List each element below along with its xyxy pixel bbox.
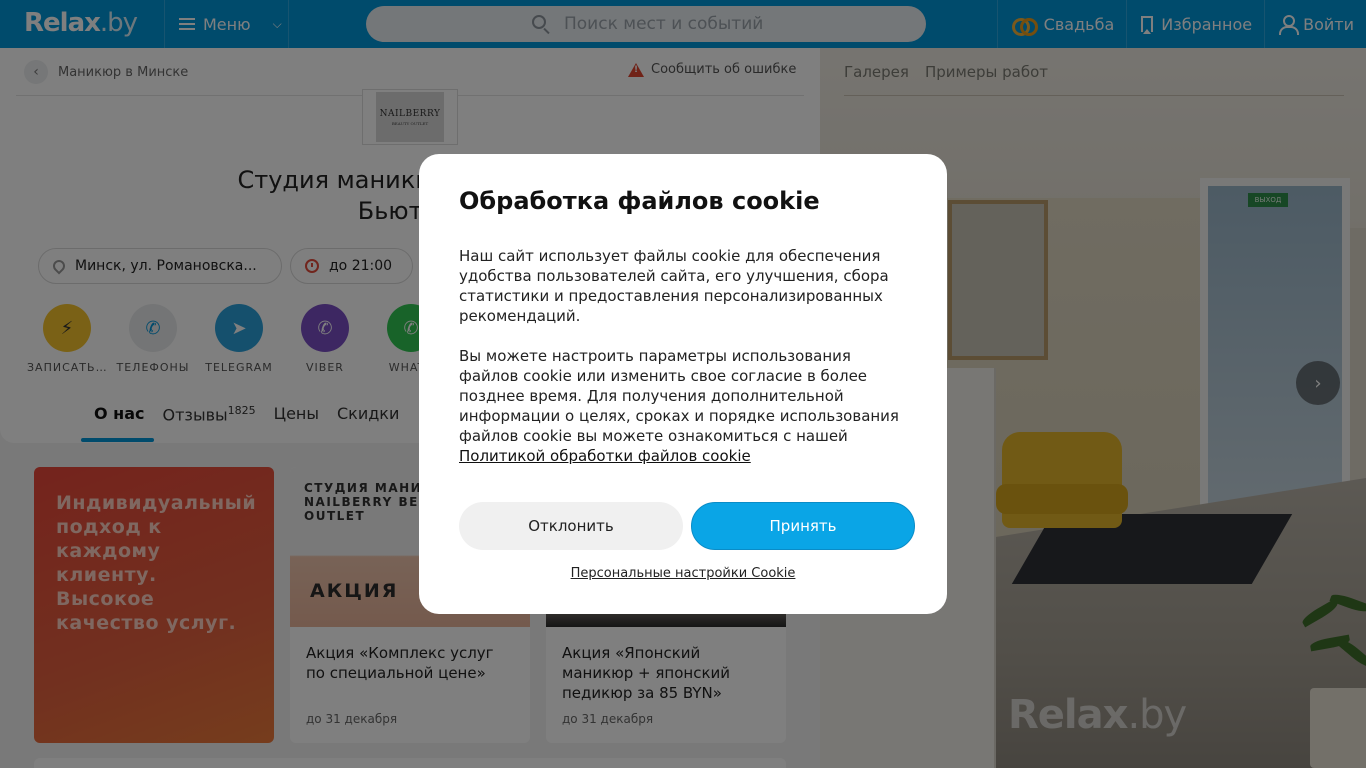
cookie-dialog: Обработка файлов cookie Наш сайт использ… <box>419 154 947 614</box>
cookie-policy-link[interactable]: Политикой обработки файлов cookie <box>459 447 751 465</box>
decline-button[interactable]: Отклонить <box>459 502 683 550</box>
cookie-buttons: Отклонить Принять <box>459 502 915 550</box>
cookie-title: Обработка файлов cookie <box>459 187 820 215</box>
personal-cookie-settings-link[interactable]: Персональные настройки Cookie <box>419 566 947 581</box>
accept-button[interactable]: Принять <box>691 502 915 550</box>
cookie-paragraph-2: Вы можете настроить параметры использова… <box>459 347 899 465</box>
cookie-paragraph-1: Наш сайт использует файлы cookie для обе… <box>459 247 889 325</box>
